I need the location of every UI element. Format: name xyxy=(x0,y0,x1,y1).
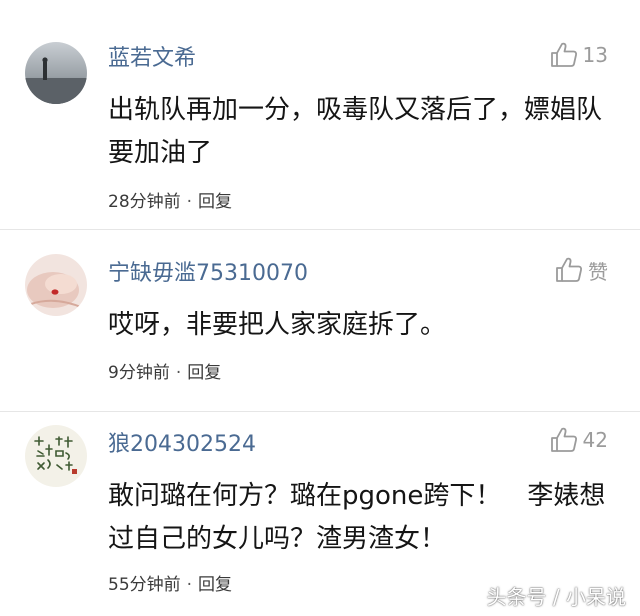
comment-item: 狼204302524 42 敢问璐在何方？璐在pgone跨下！ 李婊想过自己的女… xyxy=(0,412,640,616)
avatar[interactable] xyxy=(25,425,87,487)
comment-item: 蓝若文希 13 出轨队再加一分，吸毒队又落后了，嫖娼队要加油了 28分钟前 · 回复 xyxy=(0,0,640,230)
like-label: 赞 xyxy=(588,259,608,284)
comment-time: 28分钟前 xyxy=(108,192,181,212)
comment-time: 9分钟前 xyxy=(108,363,170,383)
like-button[interactable]: 13 xyxy=(549,40,608,70)
meta-separator: · xyxy=(186,575,193,595)
like-count: 42 xyxy=(582,428,608,452)
thumbs-up-icon xyxy=(550,42,577,67)
like-button[interactable]: 42 xyxy=(549,425,608,455)
comment-text: 出轨队再加一分，吸毒队又落后了，嫖娼队要加油了 xyxy=(108,95,603,168)
thumbs-up-icon xyxy=(556,257,583,282)
reply-button[interactable]: 回复 xyxy=(187,363,221,383)
username[interactable]: 蓝若文希 xyxy=(108,40,196,72)
meta-separator: · xyxy=(186,192,193,212)
avatar[interactable] xyxy=(25,42,87,104)
reply-button[interactable]: 回复 xyxy=(198,575,232,595)
thumbs-up-icon xyxy=(550,427,577,452)
avatar-image xyxy=(25,254,87,316)
comment-meta: 9分钟前 · 回复 xyxy=(108,358,221,383)
avatar[interactable] xyxy=(25,254,87,316)
reply-button[interactable]: 回复 xyxy=(198,192,232,212)
comment-item: 宁缺毋滥75310070 赞 哎呀，非要把人家家庭拆了。 9分钟前 · 回复 xyxy=(0,230,640,412)
comment-time: 55分钟前 xyxy=(108,575,181,595)
username[interactable]: 狼204302524 xyxy=(108,426,256,458)
like-count: 13 xyxy=(582,43,608,67)
comment-text: 敢问璐在何方？璐在pgone跨下！ 李婊想过自己的女儿吗？渣男渣女！ xyxy=(108,481,606,554)
avatar-image xyxy=(25,425,87,487)
like-button[interactable]: 赞 xyxy=(554,255,608,285)
username[interactable]: 宁缺毋滥75310070 xyxy=(108,255,308,287)
comment-meta: 55分钟前 · 回复 xyxy=(108,570,232,595)
comment-text: 哎呀，非要把人家家庭拆了。 xyxy=(108,310,447,340)
comment-meta: 28分钟前 · 回复 xyxy=(108,187,232,212)
watermark: 头条号 / 小呆说 xyxy=(486,585,626,609)
meta-separator: · xyxy=(175,363,182,383)
avatar-image xyxy=(25,42,87,104)
